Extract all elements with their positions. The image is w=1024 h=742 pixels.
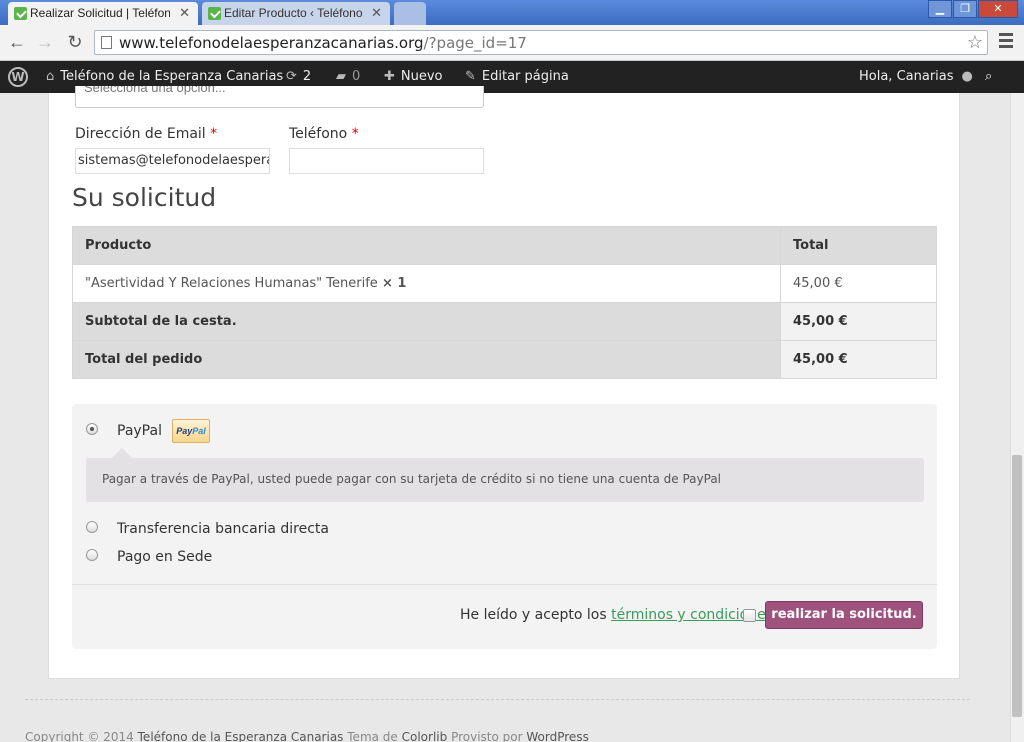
total-row: Total del pedido 45,00 € <box>72 340 937 379</box>
subtotal-row: Subtotal de la cesta. 45,00 € <box>72 302 937 341</box>
item-cell: "Asertividad Y Relaciones Humanas" Tener… <box>72 264 781 303</box>
address-bar[interactable]: www.telefonodelaesperanzacanarias.org/?p… <box>94 30 988 55</box>
wordpress-logo-icon[interactable]: W <box>8 67 28 87</box>
minimize-window-button[interactable]: ▁ <box>928 0 952 18</box>
paypal-logo-pay: Pay <box>176 426 193 436</box>
url-path: /?page_id=17 <box>423 34 527 52</box>
item-total: 45,00 € <box>780 264 937 303</box>
maximize-window-button[interactable]: ❐ <box>953 0 977 18</box>
email-label: Dirección de Email * <box>75 126 217 142</box>
subtotal-value: 45,00 € <box>780 302 937 341</box>
phone-label: Teléfono * <box>289 126 359 142</box>
page-icon <box>101 36 112 49</box>
admin-comments[interactable]: ▰ 0 <box>336 69 360 84</box>
admin-site-name[interactable]: ⌂ Teléfono de la Esperanza Canarias <box>46 69 283 84</box>
site-favicon-icon <box>208 7 221 20</box>
footer-theme-text: Tema de <box>347 730 398 742</box>
phone-label-text: Teléfono <box>289 126 348 142</box>
required-mark: * <box>351 126 359 142</box>
url-text[interactable]: www.telefonodelaesperanzacanarias.org/?p… <box>119 34 527 52</box>
comments-count: 0 <box>352 69 361 84</box>
subtotal-label: Subtotal de la cesta. <box>72 302 781 341</box>
col-product-header: Producto <box>72 226 781 265</box>
terms-text: He leído y acepto los términos y condici… <box>460 607 773 623</box>
browser-menu-icon[interactable] <box>999 33 1013 51</box>
updates-icon: ⟳ <box>286 69 297 84</box>
reload-icon[interactable]: ↻ <box>64 31 86 53</box>
item-name: "Asertividad Y Relaciones Humanas" Tener… <box>85 276 378 291</box>
bank-transfer-label[interactable]: Transferencia bancaria directa <box>117 521 329 537</box>
phone-field[interactable] <box>289 148 484 174</box>
browser-toolbar: ← → ↻ www.telefonodelaesperanzacanarias.… <box>0 25 1024 61</box>
footer-copyright: Copyright © 2014 <box>25 730 134 742</box>
footer-powered-text: Provisto por <box>451 730 523 742</box>
tab-realizar-solicitud[interactable]: Realizar Solicitud | Teléfono d ✕ <box>8 2 198 25</box>
terms-prefix: He leído y acepto los <box>460 607 607 623</box>
table-header-row: Producto Total <box>72 226 937 265</box>
pencil-icon: ✎ <box>465 69 476 84</box>
admin-updates[interactable]: ⟳ 2 <box>286 69 311 84</box>
bookmark-star-icon[interactable]: ☆ <box>967 32 983 53</box>
browser-tab-strip: Realizar Solicitud | Teléfono d ✕ Editar… <box>0 0 1024 25</box>
url-host: www.telefonodelaesperanzacanarias.org <box>119 34 424 52</box>
site-favicon-icon <box>14 7 27 20</box>
greeting-label: Hola, Canarias <box>859 69 954 84</box>
paypal-description: Pagar a través de PayPal, usted puede pa… <box>86 458 924 502</box>
scrollbar-thumb[interactable] <box>1012 455 1022 717</box>
email-label-text: Dirección de Email <box>75 126 206 142</box>
footer-theme-link[interactable]: Colorlib <box>402 730 448 742</box>
place-order-button[interactable]: realizar la solicitud. <box>765 601 923 629</box>
order-heading: Su solicitud <box>72 183 217 212</box>
description-arrow <box>112 448 132 458</box>
payment-divider <box>72 584 937 585</box>
admin-account[interactable]: Hola, Canarias ● <box>859 69 979 84</box>
table-row: "Asertividad Y Relaciones Humanas" Tener… <box>72 264 937 303</box>
col-total-header: Total <box>780 226 937 265</box>
select-dropdown[interactable]: Selecciona una opción... <box>75 86 484 108</box>
tab-title: Editar Producto ‹ Teléfono de <box>224 6 364 20</box>
site-footer: Copyright © 2014 Teléfono de la Esperanz… <box>25 730 589 742</box>
pay-at-office-radio[interactable] <box>86 549 98 561</box>
total-label: Total del pedido <box>72 340 781 379</box>
total-value: 45,00 € <box>780 340 937 379</box>
required-mark: * <box>210 126 218 142</box>
admin-edit-page[interactable]: ✎ Editar página <box>465 69 569 84</box>
updates-count: 2 <box>302 69 312 84</box>
paypal-radio[interactable] <box>86 423 98 435</box>
paypal-label[interactable]: PayPal <box>117 423 162 439</box>
home-icon: ⌂ <box>46 69 55 84</box>
paypal-logo: PayPal <box>172 419 210 443</box>
footer-divider <box>25 699 970 700</box>
select-placeholder: Selecciona una opción... <box>84 86 226 95</box>
plus-icon: ✚ <box>384 69 395 84</box>
tab-title: Realizar Solicitud | Teléfono d <box>30 6 170 20</box>
comment-icon: ▰ <box>336 69 346 84</box>
order-table: Producto Total "Asertividad Y Relaciones… <box>72 226 937 379</box>
item-qty: × 1 <box>381 276 407 291</box>
tab-editar-producto[interactable]: Editar Producto ‹ Teléfono de ✕ <box>202 2 390 25</box>
new-label: Nuevo <box>400 69 443 84</box>
admin-search-icon[interactable]: ⌕ <box>985 69 992 84</box>
tab-close-icon[interactable]: ✕ <box>179 5 190 21</box>
pay-at-office-label[interactable]: Pago en Sede <box>117 549 212 565</box>
new-tab-button[interactable] <box>394 2 426 25</box>
back-arrow-icon[interactable]: ← <box>6 31 28 53</box>
footer-powered-link[interactable]: WordPress <box>526 730 588 742</box>
admin-new[interactable]: ✚ Nuevo <box>384 69 443 84</box>
edit-page-label: Editar página <box>481 69 569 84</box>
forward-arrow-icon[interactable]: → <box>34 31 56 53</box>
site-name-label: Teléfono de la Esperanza Canarias <box>60 69 284 84</box>
paypal-logo-pal: Pal <box>192 426 206 436</box>
email-field[interactable]: sistemas@telefonodelaesperanzacanarias.o… <box>75 148 270 174</box>
terms-checkbox[interactable] <box>743 609 756 622</box>
close-window-button[interactable]: ✕ <box>978 0 1018 18</box>
user-avatar-icon: ● <box>961 69 973 84</box>
footer-site-link[interactable]: Teléfono de la Esperanza Canarias <box>138 730 344 742</box>
bank-transfer-radio[interactable] <box>86 521 98 533</box>
tab-close-icon[interactable]: ✕ <box>371 5 382 21</box>
